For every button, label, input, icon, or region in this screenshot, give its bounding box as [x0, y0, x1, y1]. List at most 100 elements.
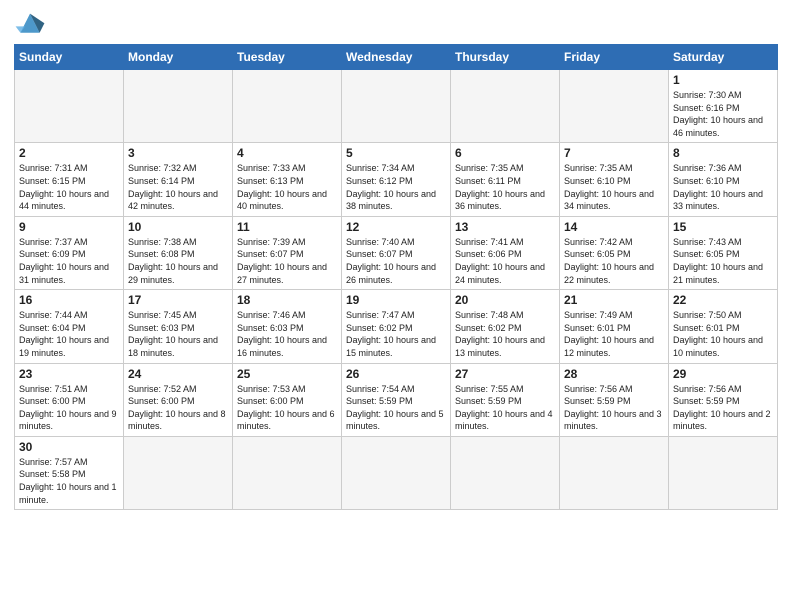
day-info: Sunrise: 7:30 AM Sunset: 6:16 PM Dayligh… — [673, 89, 773, 139]
calendar-header-thursday: Thursday — [451, 45, 560, 70]
day-info: Sunrise: 7:42 AM Sunset: 6:05 PM Dayligh… — [564, 236, 664, 286]
calendar-header-friday: Friday — [560, 45, 669, 70]
day-number: 23 — [19, 367, 119, 381]
calendar-cell — [124, 70, 233, 143]
day-info: Sunrise: 7:56 AM Sunset: 5:59 PM Dayligh… — [564, 383, 664, 433]
calendar-cell: 6 Sunrise: 7:35 AM Sunset: 6:11 PM Daylig… — [451, 143, 560, 216]
calendar-cell: 21 Sunrise: 7:49 AM Sunset: 6:01 PM Dayli… — [560, 290, 669, 363]
day-number: 13 — [455, 220, 555, 234]
day-info: Sunrise: 7:52 AM Sunset: 6:00 PM Dayligh… — [128, 383, 228, 433]
day-number: 29 — [673, 367, 773, 381]
day-number: 27 — [455, 367, 555, 381]
day-info: Sunrise: 7:35 AM Sunset: 6:10 PM Dayligh… — [564, 162, 664, 212]
day-info: Sunrise: 7:55 AM Sunset: 5:59 PM Dayligh… — [455, 383, 555, 433]
page: SundayMondayTuesdayWednesdayThursdayFrid… — [0, 0, 792, 612]
calendar-cell: 8 Sunrise: 7:36 AM Sunset: 6:10 PM Daylig… — [669, 143, 778, 216]
calendar-cell: 12 Sunrise: 7:40 AM Sunset: 6:07 PM Dayli… — [342, 216, 451, 289]
calendar-header-wednesday: Wednesday — [342, 45, 451, 70]
day-number: 25 — [237, 367, 337, 381]
calendar-header-row: SundayMondayTuesdayWednesdayThursdayFrid… — [15, 45, 778, 70]
logo-icon — [14, 10, 46, 38]
day-number: 2 — [19, 146, 119, 160]
day-number: 5 — [346, 146, 446, 160]
calendar-cell — [233, 70, 342, 143]
calendar-cell: 3Sunrise: 7:32 AM Sunset: 6:14 PM Daylig… — [124, 143, 233, 216]
calendar-cell: 15Sunrise: 7:43 AM Sunset: 6:05 PM Dayli… — [669, 216, 778, 289]
calendar-week-2: 9 Sunrise: 7:37 AM Sunset: 6:09 PM Daylig… — [15, 216, 778, 289]
calendar-cell — [124, 436, 233, 509]
calendar-cell: 29 Sunrise: 7:56 AM Sunset: 5:59 PM Dayli… — [669, 363, 778, 436]
calendar-cell — [233, 436, 342, 509]
day-info: Sunrise: 7:35 AM Sunset: 6:11 PM Dayligh… — [455, 162, 555, 212]
day-number: 1 — [673, 73, 773, 87]
day-info: Sunrise: 7:38 AM Sunset: 6:08 PM Dayligh… — [128, 236, 228, 286]
calendar-cell: 27 Sunrise: 7:55 AM Sunset: 5:59 PM Dayli… — [451, 363, 560, 436]
calendar-cell: 2Sunrise: 7:31 AM Sunset: 6:15 PM Daylig… — [15, 143, 124, 216]
calendar-header-saturday: Saturday — [669, 45, 778, 70]
day-info: Sunrise: 7:40 AM Sunset: 6:07 PM Dayligh… — [346, 236, 446, 286]
calendar-cell: 16 Sunrise: 7:44 AM Sunset: 6:04 PM Dayli… — [15, 290, 124, 363]
calendar-cell: 7 Sunrise: 7:35 AM Sunset: 6:10 PM Daylig… — [560, 143, 669, 216]
day-info: Sunrise: 7:44 AM Sunset: 6:04 PM Dayligh… — [19, 309, 119, 359]
day-info: Sunrise: 7:57 AM Sunset: 5:58 PM Dayligh… — [19, 456, 119, 506]
day-number: 21 — [564, 293, 664, 307]
calendar-header-monday: Monday — [124, 45, 233, 70]
calendar-cell — [560, 436, 669, 509]
calendar-cell: 13 Sunrise: 7:41 AM Sunset: 6:06 PM Dayli… — [451, 216, 560, 289]
calendar-cell — [342, 70, 451, 143]
day-number: 15 — [673, 220, 773, 234]
calendar-cell: 23Sunrise: 7:51 AM Sunset: 6:00 PM Dayli… — [15, 363, 124, 436]
calendar-cell — [669, 436, 778, 509]
day-number: 4 — [237, 146, 337, 160]
day-number: 8 — [673, 146, 773, 160]
calendar: SundayMondayTuesdayWednesdayThursdayFrid… — [14, 44, 778, 510]
day-info: Sunrise: 7:48 AM Sunset: 6:02 PM Dayligh… — [455, 309, 555, 359]
day-number: 10 — [128, 220, 228, 234]
day-number: 18 — [237, 293, 337, 307]
day-info: Sunrise: 7:49 AM Sunset: 6:01 PM Dayligh… — [564, 309, 664, 359]
day-number: 11 — [237, 220, 337, 234]
calendar-cell: 4Sunrise: 7:33 AM Sunset: 6:13 PM Daylig… — [233, 143, 342, 216]
day-info: Sunrise: 7:41 AM Sunset: 6:06 PM Dayligh… — [455, 236, 555, 286]
day-number: 14 — [564, 220, 664, 234]
day-info: Sunrise: 7:56 AM Sunset: 5:59 PM Dayligh… — [673, 383, 773, 433]
day-info: Sunrise: 7:53 AM Sunset: 6:00 PM Dayligh… — [237, 383, 337, 433]
calendar-week-0: 1 Sunrise: 7:30 AM Sunset: 6:16 PM Daylig… — [15, 70, 778, 143]
calendar-cell: 20Sunrise: 7:48 AM Sunset: 6:02 PM Dayli… — [451, 290, 560, 363]
calendar-cell — [451, 436, 560, 509]
day-number: 24 — [128, 367, 228, 381]
day-info: Sunrise: 7:39 AM Sunset: 6:07 PM Dayligh… — [237, 236, 337, 286]
calendar-cell: 17Sunrise: 7:45 AM Sunset: 6:03 PM Dayli… — [124, 290, 233, 363]
day-info: Sunrise: 7:46 AM Sunset: 6:03 PM Dayligh… — [237, 309, 337, 359]
day-info: Sunrise: 7:36 AM Sunset: 6:10 PM Dayligh… — [673, 162, 773, 212]
day-number: 26 — [346, 367, 446, 381]
calendar-header-sunday: Sunday — [15, 45, 124, 70]
calendar-cell — [451, 70, 560, 143]
calendar-cell: 19Sunrise: 7:47 AM Sunset: 6:02 PM Dayli… — [342, 290, 451, 363]
day-number: 3 — [128, 146, 228, 160]
calendar-cell: 9 Sunrise: 7:37 AM Sunset: 6:09 PM Daylig… — [15, 216, 124, 289]
calendar-header-tuesday: Tuesday — [233, 45, 342, 70]
logo — [14, 10, 50, 38]
calendar-cell: 11 Sunrise: 7:39 AM Sunset: 6:07 PM Dayli… — [233, 216, 342, 289]
calendar-cell — [342, 436, 451, 509]
day-number: 6 — [455, 146, 555, 160]
day-number: 9 — [19, 220, 119, 234]
day-number: 7 — [564, 146, 664, 160]
day-number: 12 — [346, 220, 446, 234]
calendar-cell: 24 Sunrise: 7:52 AM Sunset: 6:00 PM Dayli… — [124, 363, 233, 436]
header — [14, 10, 778, 38]
calendar-cell: 5Sunrise: 7:34 AM Sunset: 6:12 PM Daylig… — [342, 143, 451, 216]
calendar-cell: 30Sunrise: 7:57 AM Sunset: 5:58 PM Dayli… — [15, 436, 124, 509]
day-number: 22 — [673, 293, 773, 307]
day-number: 28 — [564, 367, 664, 381]
calendar-cell: 25 Sunrise: 7:53 AM Sunset: 6:00 PM Dayli… — [233, 363, 342, 436]
day-info: Sunrise: 7:54 AM Sunset: 5:59 PM Dayligh… — [346, 383, 446, 433]
day-info: Sunrise: 7:50 AM Sunset: 6:01 PM Dayligh… — [673, 309, 773, 359]
day-info: Sunrise: 7:37 AM Sunset: 6:09 PM Dayligh… — [19, 236, 119, 286]
day-info: Sunrise: 7:47 AM Sunset: 6:02 PM Dayligh… — [346, 309, 446, 359]
day-number: 16 — [19, 293, 119, 307]
calendar-cell: 28 Sunrise: 7:56 AM Sunset: 5:59 PM Dayli… — [560, 363, 669, 436]
calendar-cell: 22 Sunrise: 7:50 AM Sunset: 6:01 PM Dayli… — [669, 290, 778, 363]
calendar-cell — [15, 70, 124, 143]
